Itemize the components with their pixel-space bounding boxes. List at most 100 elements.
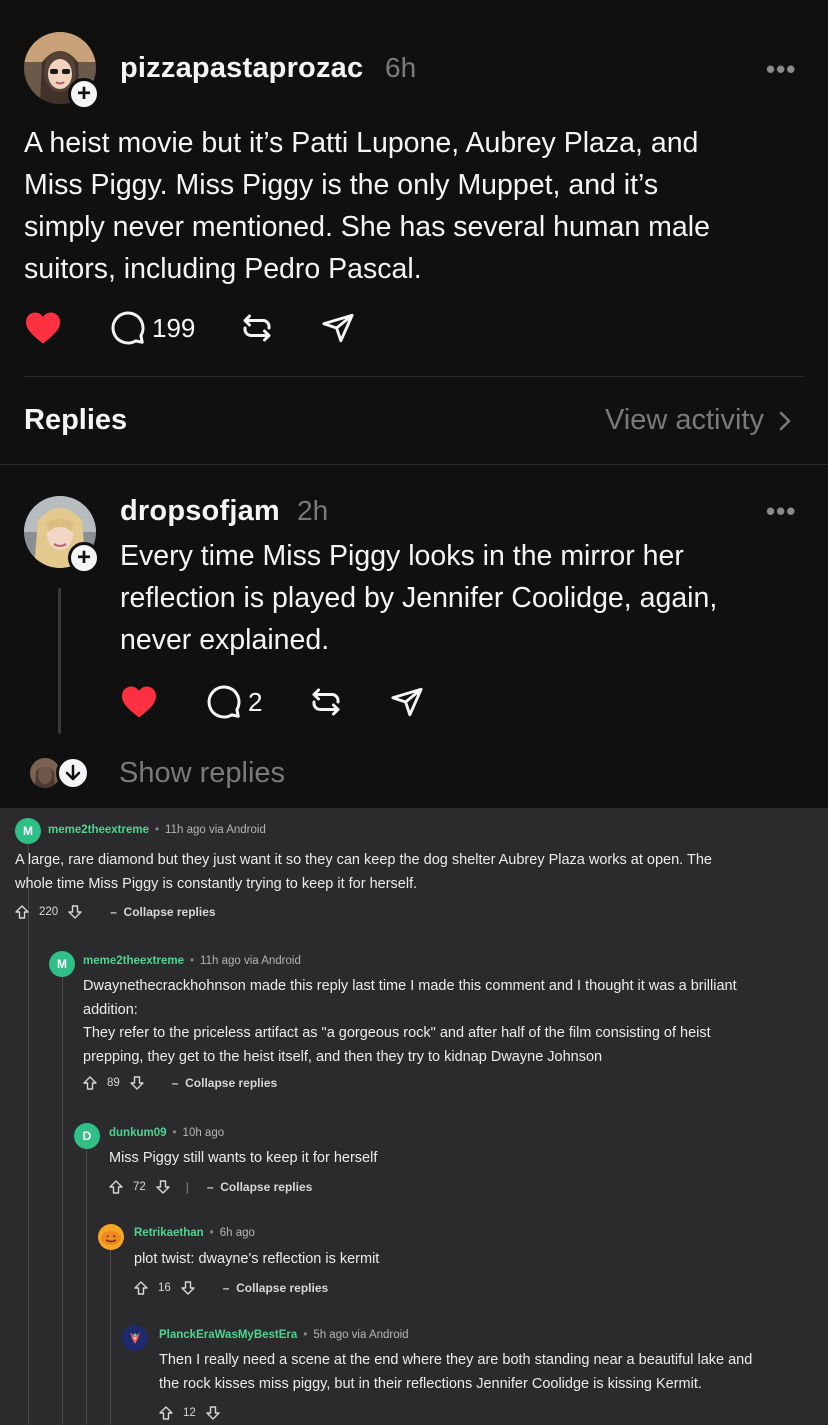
comment-avatar[interactable]: M xyxy=(49,951,75,977)
post-actions: 199 xyxy=(24,310,355,346)
arrow-down-icon xyxy=(56,756,90,790)
follow-plus-button[interactable]: + xyxy=(68,78,100,110)
comment-meta: dunkum09 • 10h ago xyxy=(109,1127,225,1139)
show-replies-link[interactable]: Show replies xyxy=(119,757,285,790)
bird-avatar-icon xyxy=(130,1332,140,1344)
comment-username[interactable]: Retrikaethan xyxy=(134,1227,204,1239)
comment-count: 199 xyxy=(152,312,196,343)
downvote-icon[interactable] xyxy=(181,1281,195,1295)
upvote-icon[interactable] xyxy=(159,1406,173,1420)
comment-button[interactable]: 2 xyxy=(206,684,262,720)
avatar-letter: M xyxy=(57,957,67,971)
comment-thread-line[interactable] xyxy=(110,1248,111,1425)
comment-username[interactable]: PlanckEraWasMyBestEra xyxy=(159,1329,297,1341)
collapse-replies-button[interactable]: – Collapse replies xyxy=(207,1180,312,1194)
comment-time: 6h ago xyxy=(219,1227,255,1239)
comment-text-line: prepping, they get to the heist itself, … xyxy=(83,1048,603,1065)
comment-text: Then I really need a scene at the end wh… xyxy=(159,1348,824,1396)
comment-time: 11h ago via Android xyxy=(200,955,301,967)
comment-text-line: They refer to the priceless artifact as … xyxy=(83,1025,711,1041)
comment-text: Miss Piggy still wants to keep it for he… xyxy=(109,1146,809,1170)
upvote-icon[interactable] xyxy=(83,1076,97,1090)
threads-app: + pizzapastaprozac 6h ••• A heist movie … xyxy=(0,0,828,808)
comment-thread-line[interactable] xyxy=(86,1148,87,1425)
reply-text-line: never explained. xyxy=(120,624,330,656)
comment-actions: 89 – Collapse replies xyxy=(83,1076,277,1090)
share-button[interactable] xyxy=(390,685,424,719)
comment-username[interactable]: dunkum09 xyxy=(109,1127,167,1139)
reply-text-line: Every time Miss Piggy looks in the mirro… xyxy=(120,540,684,572)
comment-thread-line[interactable] xyxy=(62,976,63,1425)
comment-username[interactable]: meme2theextreme xyxy=(48,824,149,836)
thread-connector-line xyxy=(58,588,61,734)
repost-icon xyxy=(312,688,340,716)
post-time: 6h xyxy=(385,52,417,83)
downvote-icon[interactable] xyxy=(68,905,82,919)
comment-avatar[interactable] xyxy=(98,1224,124,1250)
vote-score: 16 xyxy=(158,1282,171,1294)
view-activity-link[interactable]: View activity xyxy=(605,404,792,437)
replies-divider xyxy=(0,464,828,465)
separator: | xyxy=(185,1180,189,1194)
upvote-icon[interactable] xyxy=(109,1180,123,1194)
comment-text-line: Then I really need a scene at the end wh… xyxy=(159,1352,753,1368)
reply-actions: 2 xyxy=(120,684,424,720)
collapse-replies-button[interactable]: – Collapse replies xyxy=(110,905,215,919)
avatar-letter: M xyxy=(23,824,33,838)
comment-actions: 72 | – Collapse replies xyxy=(109,1180,312,1194)
reply-username[interactable]: dropsofjam xyxy=(120,495,280,528)
post-more-icon[interactable]: ••• xyxy=(766,54,796,85)
comment-avatar[interactable]: D xyxy=(74,1123,100,1149)
collapse-label: Collapse replies xyxy=(236,1281,329,1295)
comment-actions: 16 – Collapse replies xyxy=(134,1281,328,1295)
comment-thread-line[interactable] xyxy=(28,844,29,1425)
post-text-line: suitors, including Pedro Pascal. xyxy=(24,253,422,285)
vote-score: 89 xyxy=(107,1077,120,1089)
reply-more-icon[interactable]: ••• xyxy=(766,496,796,527)
reply-avatars[interactable] xyxy=(30,756,92,790)
comment-meta: PlanckEraWasMyBestEra • 5h ago via Android xyxy=(159,1329,409,1341)
comment-meta: meme2theextreme • 11h ago via Android xyxy=(83,955,301,967)
downvote-icon[interactable] xyxy=(130,1076,144,1090)
comment-time: 11h ago via Android xyxy=(165,824,266,836)
like-button[interactable] xyxy=(120,685,158,719)
post-divider xyxy=(24,376,804,377)
collapse-replies-button[interactable]: – Collapse replies xyxy=(223,1281,328,1295)
follow-plus-button[interactable]: + xyxy=(68,542,100,574)
share-button[interactable] xyxy=(321,311,355,345)
comment-text-line: addition: xyxy=(83,1001,138,1018)
heart-filled-icon xyxy=(122,686,156,718)
replies-heading: Replies xyxy=(24,404,128,436)
upvote-icon[interactable] xyxy=(134,1281,148,1295)
comment-text-line: whole time Miss Piggy is constantly tryi… xyxy=(15,876,418,892)
comment-username[interactable]: meme2theextreme xyxy=(83,955,184,967)
comment-actions: 12 xyxy=(159,1406,220,1420)
reply-text-line: reflection is played by Jennifer Coolidg… xyxy=(120,582,718,614)
downvote-icon[interactable] xyxy=(206,1406,220,1420)
comment-text: plot twist: dwayne's reflection is kermi… xyxy=(134,1247,814,1271)
collapse-label: Collapse replies xyxy=(123,905,216,919)
upvote-icon[interactable] xyxy=(15,905,29,919)
comment-avatar[interactable] xyxy=(122,1325,148,1351)
send-icon xyxy=(322,313,354,343)
heart-filled-icon xyxy=(26,312,60,344)
post-text-line: A heist movie but it’s Patti Lupone, Aub… xyxy=(24,127,699,159)
comment-avatar[interactable]: M xyxy=(15,818,41,844)
comment-text-line: Miss Piggy still wants to keep it for he… xyxy=(109,1150,378,1166)
reply-text: Every time Miss Piggy looks in the mirro… xyxy=(120,535,810,661)
send-icon xyxy=(391,687,424,717)
comment-text: Dwaynethecrackhohnson made this reply la… xyxy=(83,975,818,1069)
comment-meta: meme2theextreme • 11h ago via Android xyxy=(48,824,266,836)
comment-time: 5h ago via Android xyxy=(313,1329,409,1341)
repost-icon xyxy=(243,314,271,342)
post-text-line: simply never mentioned. She has several … xyxy=(24,211,710,243)
comment-button[interactable]: 199 xyxy=(110,310,195,346)
downvote-icon[interactable] xyxy=(156,1180,170,1194)
like-button[interactable] xyxy=(24,311,62,345)
post-username[interactable]: pizzapastaprozac xyxy=(120,52,363,85)
collapse-label: Collapse replies xyxy=(185,1076,278,1090)
repost-button[interactable] xyxy=(239,310,275,346)
avatar-letter: D xyxy=(82,1129,92,1143)
repost-button[interactable] xyxy=(308,684,344,720)
collapse-replies-button[interactable]: – Collapse replies xyxy=(172,1076,277,1090)
